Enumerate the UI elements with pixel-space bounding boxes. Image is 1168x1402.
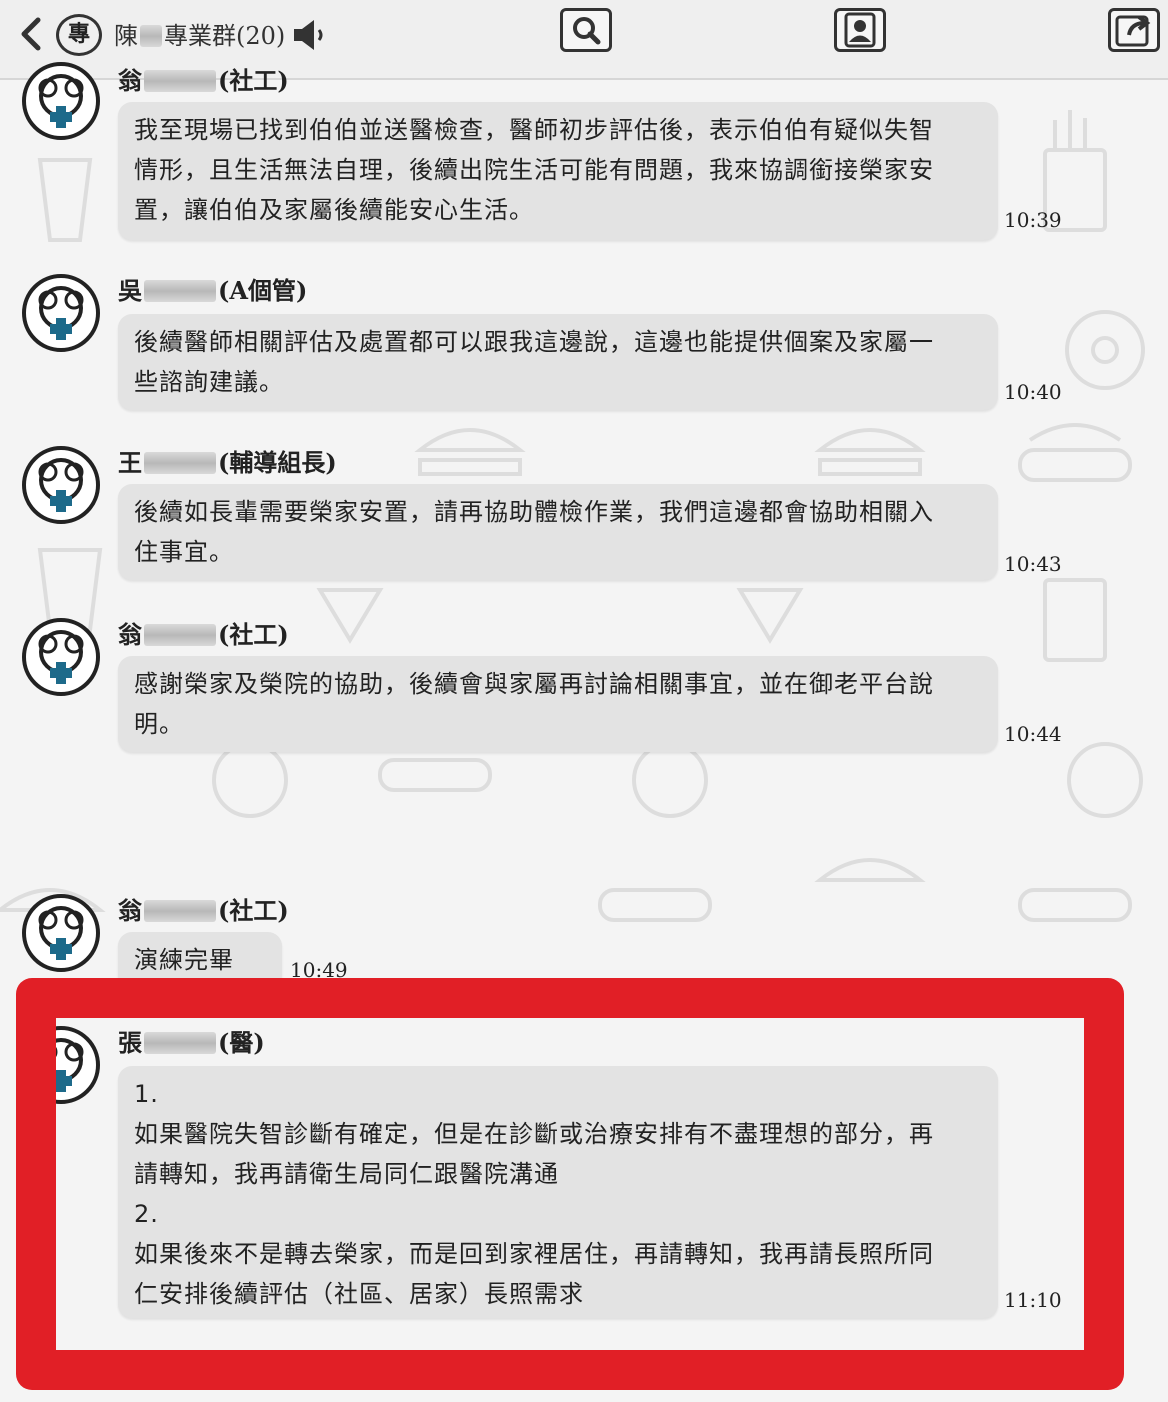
message-line: 我至現場已找到伯伯並送醫檢查，醫師初步評估後，表示伯伯有疑似失智 (134, 110, 982, 150)
avatar-logo-icon (26, 66, 96, 136)
message-time: 10:43 (1004, 552, 1062, 576)
sender-name: 翁(社工) (118, 66, 289, 96)
group-badge: 專 (56, 14, 102, 56)
message-bubble[interactable]: 後續如長輩需要榮家安置，請再協助體檢作業，我們這邊都會協助相關入 住事宜。 (118, 484, 998, 580)
message-line: 後續如長輩需要榮家安置，請再協助體檢作業，我們這邊都會協助相關入 (134, 492, 982, 532)
redacted-name (144, 280, 216, 302)
share-button[interactable] (1108, 8, 1160, 52)
message-line: 置，讓伯伯及家屬後續能安心生活。 (134, 190, 982, 230)
message-time: 10:39 (1004, 208, 1062, 232)
avatar[interactable] (22, 446, 100, 524)
message-line: 些諮詢建議。 (134, 362, 982, 402)
message-time: 10:40 (1004, 380, 1062, 404)
avatar-logo-icon (26, 278, 96, 348)
redacted-name (144, 452, 216, 474)
message-bubble[interactable]: 我至現場已找到伯伯並送醫檢查，醫師初步評估後，表示伯伯有疑似失智 情形，且生活無… (118, 102, 998, 240)
avatar-logo-icon (26, 622, 96, 692)
group-name-suffix: 專業群(20) (164, 22, 285, 50)
message-bubble[interactable]: 感謝榮家及榮院的協助，後續會與家屬再討論相關事宜，並在御老平台說 明。 (118, 656, 998, 752)
chevron-left-icon[interactable] (14, 14, 48, 54)
message-line: 住事宜。 (134, 532, 982, 572)
redacted-name (144, 900, 216, 922)
sender-name: 吳(A個管) (118, 276, 307, 306)
message-line: 明。 (134, 704, 982, 744)
message-line: 感謝榮家及榮院的協助，後續會與家屬再討論相關事宜，並在御老平台說 (134, 664, 982, 704)
avatar[interactable] (22, 894, 100, 972)
message-line: 後續醫師相關評估及處置都可以跟我這邊說，這邊也能提供個案及家屬一 (134, 322, 982, 362)
message-bubble[interactable]: 後續醫師相關評估及處置都可以跟我這邊說，這邊也能提供個案及家屬一 些諮詢建議。 (118, 314, 998, 410)
sender-name: 翁(社工) (118, 620, 289, 650)
sender-name: 王(輔導組長) (118, 448, 337, 478)
message-line: 演練完畢 (134, 940, 266, 980)
message-line: 情形，且生活無法自理，後續出院生活可能有問題，我來協調銜接榮家安 (134, 150, 982, 190)
group-title[interactable]: 陳專業群(20) (114, 18, 285, 54)
group-name-prefix: 陳 (114, 22, 138, 50)
speaker-icon[interactable] (292, 18, 330, 52)
search-icon (563, 11, 609, 49)
avatar-logo-icon (26, 898, 96, 968)
share-icon (1111, 11, 1157, 49)
redacted-name (144, 70, 216, 92)
redacted-name (140, 25, 162, 47)
highlight-frame (16, 978, 1124, 1390)
avatar[interactable] (22, 62, 100, 140)
sender-name: 翁(社工) (118, 896, 289, 926)
search-button[interactable] (560, 8, 612, 52)
redacted-name (144, 624, 216, 646)
avatar[interactable] (22, 618, 100, 696)
contact-button[interactable] (834, 8, 886, 52)
avatar-logo-icon (26, 450, 96, 520)
avatar[interactable] (22, 274, 100, 352)
message-time: 10:44 (1004, 722, 1062, 746)
contact-icon (837, 11, 883, 49)
